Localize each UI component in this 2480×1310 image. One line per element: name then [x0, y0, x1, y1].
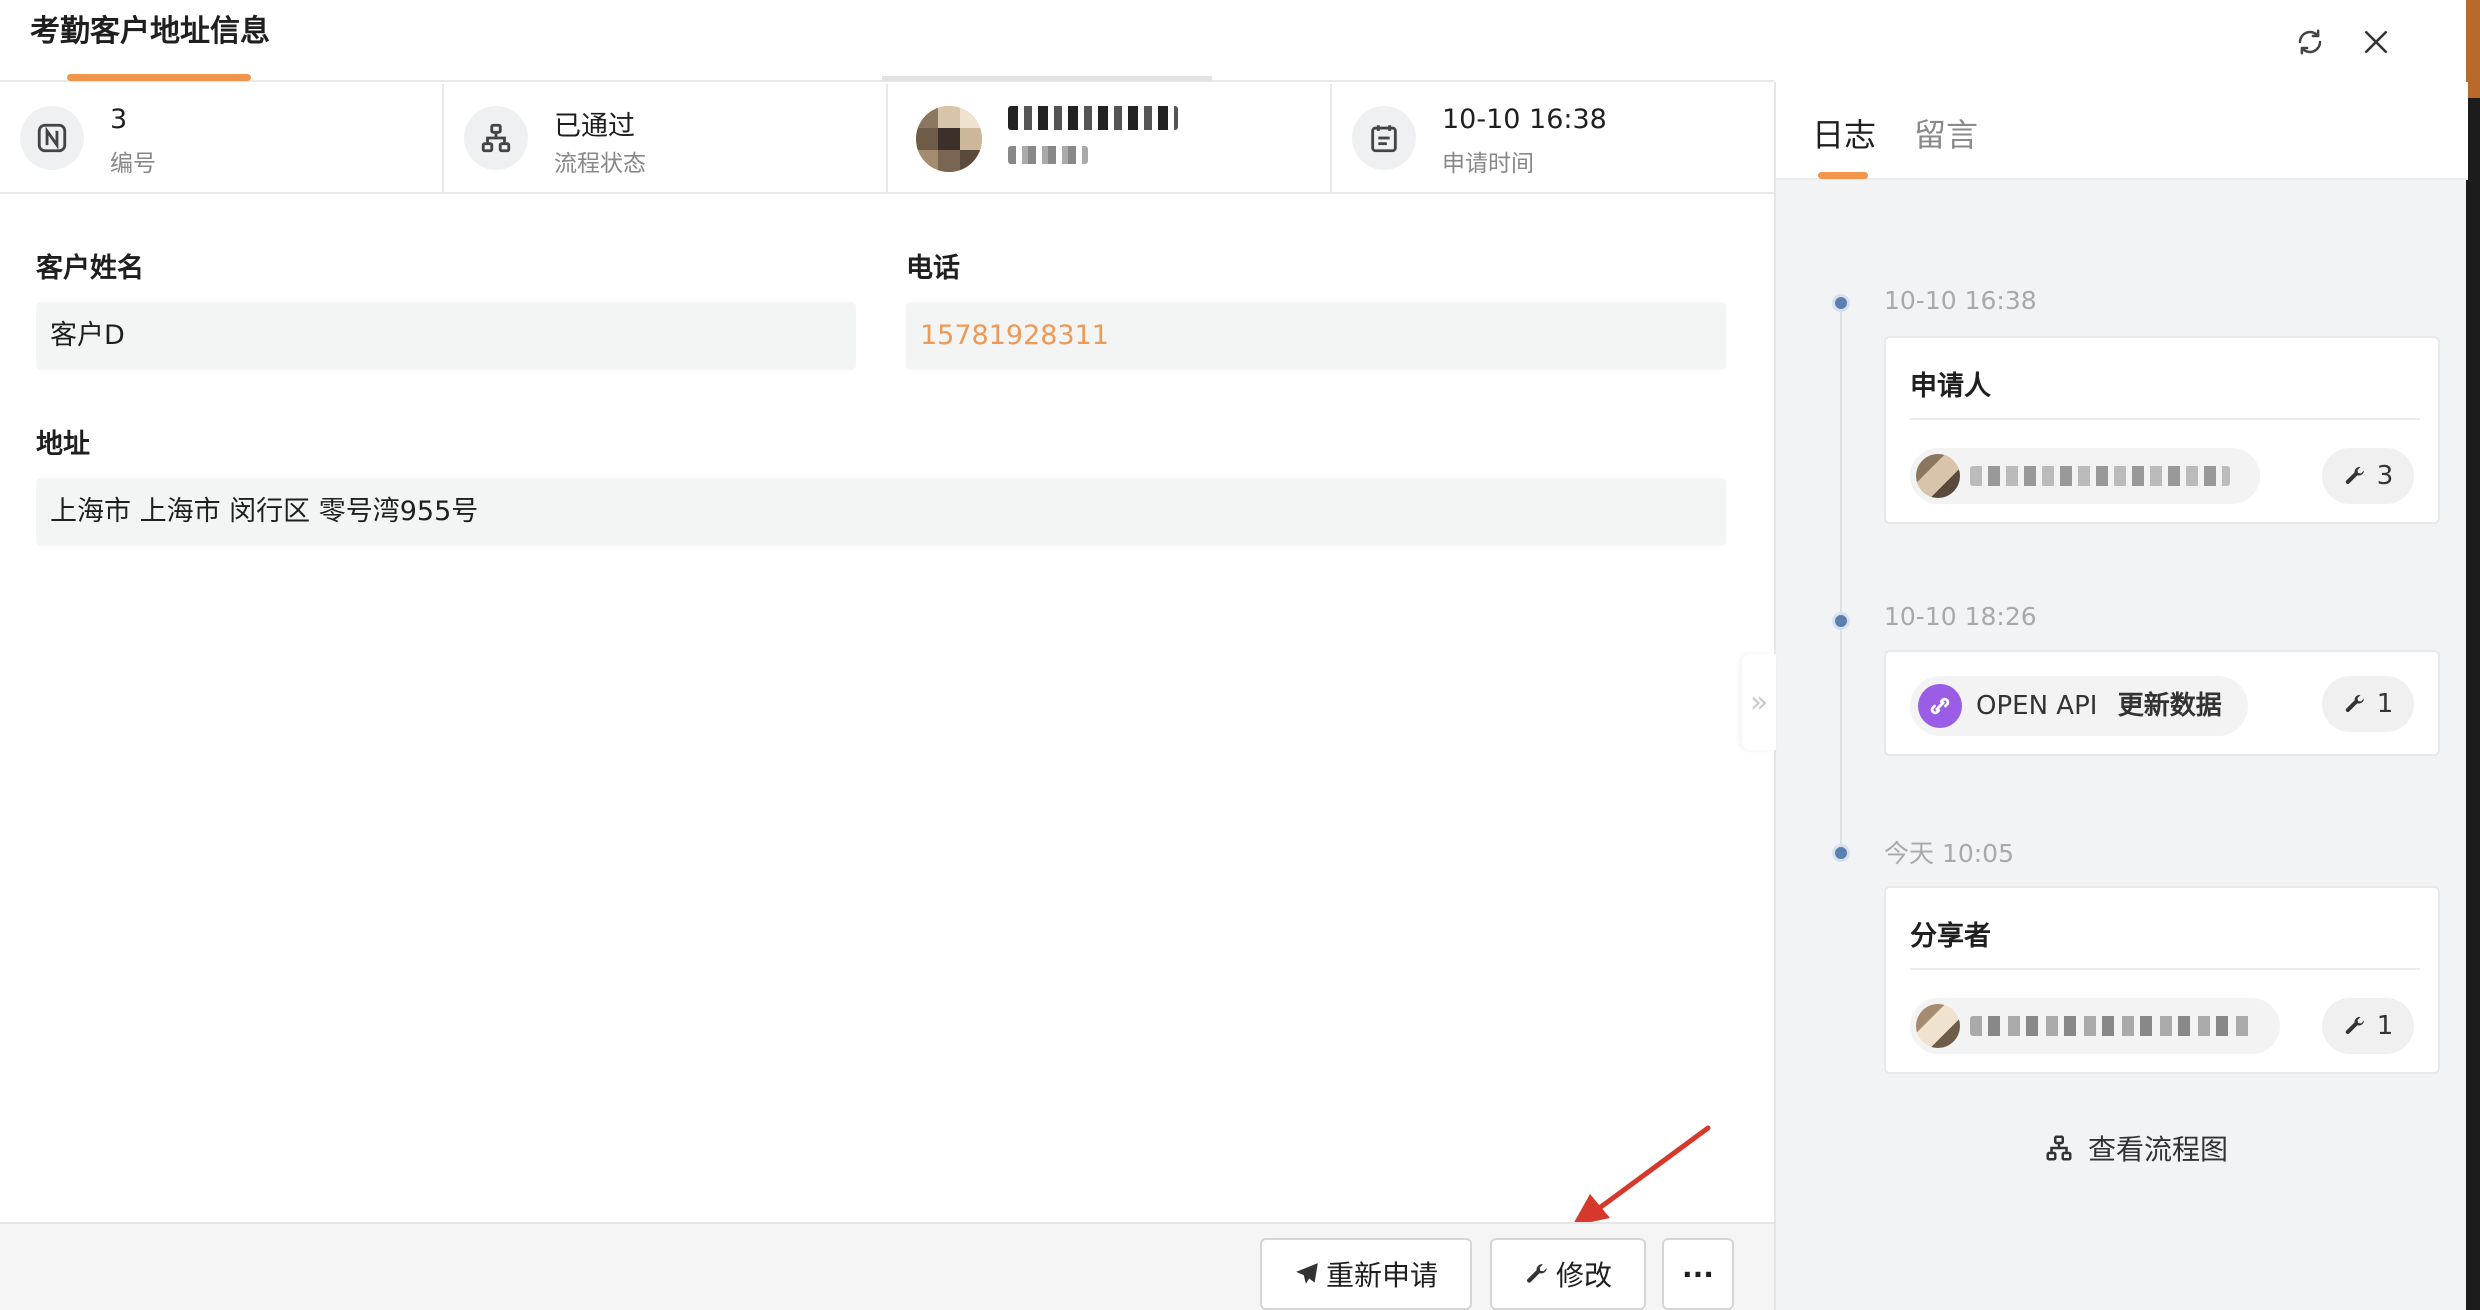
- action-count: 3: [2376, 461, 2394, 491]
- avatar: [916, 106, 982, 172]
- view-flowchart-link[interactable]: 查看流程图: [2044, 1128, 2228, 1168]
- action-count-badge: 1: [2322, 676, 2414, 732]
- person-name-redacted: [1970, 1016, 2250, 1036]
- title-underline: [67, 74, 251, 81]
- wrench-icon: [2345, 466, 2364, 484]
- detail-form: 客户姓名 客户D 电话 15781928311 地址 上海市 上海市 闵行区 零…: [0, 196, 1774, 1222]
- address-field[interactable]: 上海市 上海市 闵行区 零号湾955号: [36, 478, 1726, 546]
- action-count: 1: [2376, 689, 2394, 719]
- more-icon: ···: [1682, 1257, 1714, 1291]
- app-root: 考勤客户地址信息 3 编号 已通过 流程状态 10-10 16:38 申请时间 …: [0, 0, 2480, 1310]
- api-link-icon: [1918, 684, 1962, 728]
- log-entry-sharer: 分享者 1: [1884, 886, 2440, 1074]
- close-icon: [2364, 30, 2388, 54]
- loading-bar: [882, 76, 1212, 81]
- log-time: 今天 10:05: [1884, 839, 2014, 868]
- action-count-badge: 1: [2322, 998, 2414, 1054]
- person-name-redacted: [1970, 466, 2230, 486]
- phone-field[interactable]: 15781928311: [906, 302, 1726, 370]
- view-flowchart-label: 查看流程图: [2088, 1133, 2229, 1166]
- dialog-header: 考勤客户地址信息: [0, 0, 1774, 82]
- close-button[interactable]: [2356, 22, 2396, 62]
- log-time: 10-10 18:26: [1884, 602, 2037, 631]
- api-action: 更新数据: [2117, 691, 2222, 721]
- timeline-dot: [1832, 294, 1850, 312]
- edit-button[interactable]: 修改: [1490, 1238, 1646, 1310]
- tab-log[interactable]: 日志: [1812, 110, 1876, 156]
- refresh-icon: [2298, 29, 2322, 55]
- more-button[interactable]: ···: [1662, 1238, 1734, 1310]
- action-count: 1: [2376, 1011, 2394, 1041]
- customer-name-field[interactable]: 客户D: [36, 302, 856, 370]
- applicant-name-redacted: [1008, 106, 1178, 130]
- sidebar-tabs: 日志 留言: [1776, 82, 2468, 180]
- person-chip[interactable]: [1910, 998, 2280, 1054]
- edit-label: 修改: [1555, 1259, 1612, 1292]
- send-icon: [1296, 1263, 1318, 1284]
- avatar: [1916, 454, 1960, 498]
- info-card-status: 已通过 流程状态: [444, 84, 888, 192]
- info-cards: 3 编号 已通过 流程状态 10-10 16:38 申请时间: [0, 84, 1774, 194]
- flow-icon: [2046, 1135, 2072, 1161]
- active-tab-indicator: [1818, 172, 1868, 179]
- api-chip[interactable]: OPEN API 更新数据: [1910, 676, 2248, 736]
- refresh-button[interactable]: [2290, 22, 2330, 62]
- record-number-label: 编号: [110, 151, 156, 177]
- flow-status: 已通过: [554, 111, 635, 142]
- n-letter-icon: [20, 106, 84, 170]
- wrench-icon: [2345, 694, 2364, 712]
- apply-time-label: 申请时间: [1442, 151, 1534, 177]
- background-window-edge: [2466, 0, 2480, 1310]
- wrench-icon: [2345, 1016, 2364, 1034]
- action-footer: 重新申请 修改 ···: [0, 1222, 1774, 1310]
- info-card-number: 3 编号: [0, 84, 444, 192]
- log-entry-api: OPEN API 更新数据 1: [1884, 650, 2440, 756]
- person-chip[interactable]: [1910, 448, 2260, 504]
- calendar-icon: [1352, 106, 1416, 170]
- log-sidebar: » 日志 留言 10-10 16:38 申请人 3 10-10 18:26 OP…: [1742, 82, 2468, 1310]
- timeline-dot: [1832, 612, 1850, 630]
- avatar: [1916, 1004, 1960, 1048]
- log-title: 申请人: [1910, 371, 1991, 402]
- wrench-icon: [1527, 1264, 1547, 1283]
- collapse-sidebar-button[interactable]: »: [1742, 654, 1776, 750]
- divider: [1910, 418, 2420, 420]
- divider: [1910, 968, 2420, 970]
- info-card-applicant: [888, 84, 1332, 192]
- action-count-badge: 3: [2322, 448, 2414, 504]
- customer-name-label: 客户姓名: [36, 253, 144, 284]
- page-title: 考勤客户地址信息: [30, 14, 270, 49]
- applicant-dept-redacted: [1008, 146, 1088, 164]
- annotation-arrow: [1572, 1125, 1711, 1226]
- reapply-label: 重新申请: [1325, 1259, 1438, 1292]
- record-number: 3: [110, 104, 128, 135]
- log-title: 分享者: [1910, 921, 1991, 952]
- api-label: OPEN API: [1976, 691, 2098, 721]
- tab-comment[interactable]: 留言: [1914, 110, 1978, 156]
- timeline-dot: [1832, 844, 1850, 862]
- apply-time: 10-10 16:38: [1442, 104, 1607, 135]
- phone-label: 电话: [906, 253, 960, 284]
- reapply-button[interactable]: 重新申请: [1260, 1238, 1472, 1310]
- log-entry-applicant: 申请人 3: [1884, 336, 2440, 524]
- address-label: 地址: [36, 429, 90, 460]
- flow-status-label: 流程状态: [554, 151, 646, 177]
- log-time: 10-10 16:38: [1884, 286, 2037, 315]
- timeline-line: [1840, 307, 1842, 857]
- flow-icon: [464, 106, 528, 170]
- header-actions: [2290, 22, 2396, 62]
- info-card-time: 10-10 16:38 申请时间: [1332, 84, 1774, 192]
